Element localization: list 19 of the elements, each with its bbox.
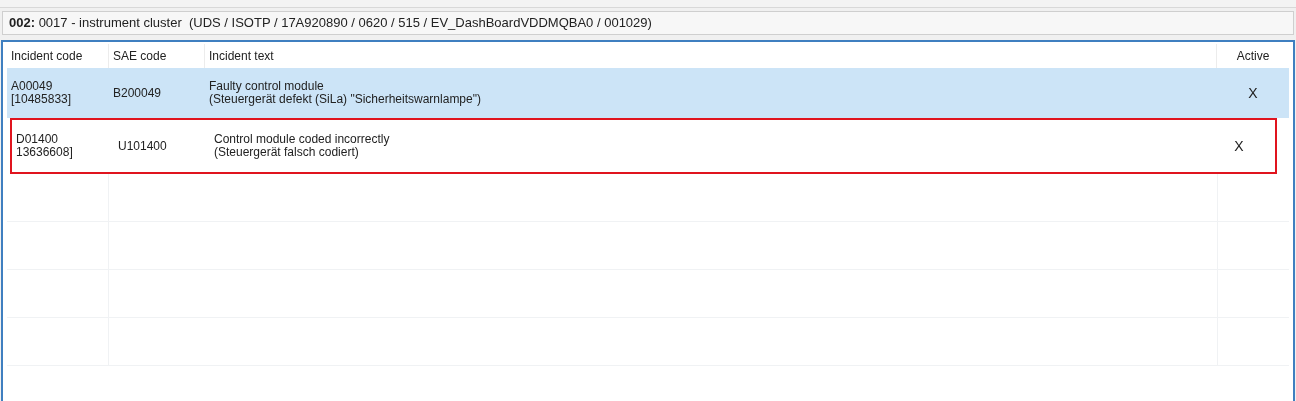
table-row[interactable]: A00049 [10485833] B200049 Faulty control module (Steuergerät defekt (SiLa) "Sicherheitswarnlampe") X: [7, 68, 1289, 118]
column-header[interactable]: Incident text: [209, 47, 274, 65]
sae-code: U101400: [118, 139, 167, 153]
column-header[interactable]: Incident code: [11, 47, 83, 65]
column-header[interactable]: Active: [1236, 47, 1270, 65]
incident-text: Faulty control module: [209, 80, 325, 93]
incident-text: Control module coded incorrectly: [214, 133, 391, 146]
incident-code: 13636608]: [16, 146, 74, 159]
column-header[interactable]: SAE code: [113, 47, 167, 65]
incident-text: (Steuergerät defekt (SiLa) "Sicherheitswarnlampe"): [209, 93, 482, 106]
incident-text: (Steuergerät falsch codiert): [214, 146, 359, 159]
table-row[interactable]: D01400 13636608] U101400 Control module coded incorrectly (Steuergerät falsch codiert) X: [10, 118, 1277, 174]
sae-code: B200049: [113, 86, 162, 100]
module-header: 002: 0017 - instrument cluster (UDS / ISOTP / 17A920890 / 0620 / 515 / EV_DashBoardVDDMQBA0 / 001029): [2, 11, 1294, 35]
active-mark-text: X: [1248, 83, 1258, 103]
incident-code: D01400: [16, 133, 60, 146]
active-mark-text: X: [1234, 136, 1244, 156]
incident-code: [10485833]: [11, 93, 73, 106]
incident-code: A00049: [11, 80, 54, 93]
